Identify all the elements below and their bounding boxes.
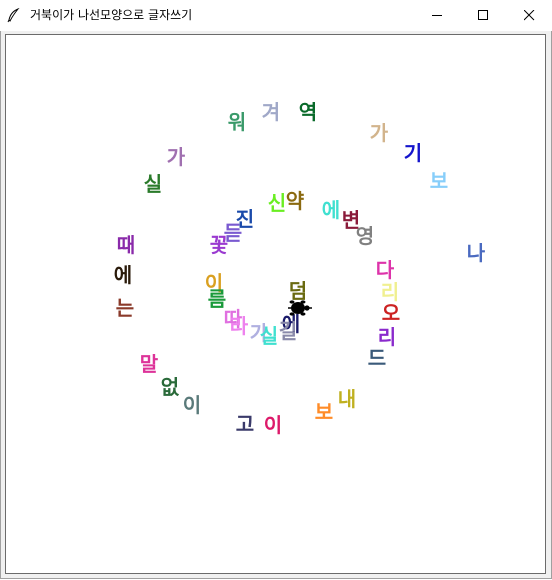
- spiral-glyph: 약: [285, 189, 305, 213]
- minimize-icon: [431, 15, 442, 16]
- turtle-canvas[interactable]: 워겨역가기보가실진신약에변영나듣때꽃다리에이덤름는오리따라에길가실드말없이내보고…: [5, 34, 546, 574]
- spiral-glyph: 드: [367, 346, 387, 370]
- spiral-glyph: 없: [160, 375, 180, 399]
- spiral-glyph: 겨: [261, 100, 281, 124]
- spiral-glyph: 리: [380, 280, 400, 304]
- spiral-glyph: 길: [278, 319, 298, 343]
- spiral-glyph: 역: [298, 100, 318, 124]
- spiral-glyph: 고: [235, 412, 255, 436]
- spiral-glyph: 말: [139, 352, 159, 376]
- spiral-glyph: 신: [267, 191, 287, 215]
- spiral-glyph: 름: [207, 287, 227, 311]
- spiral-glyph: 는: [115, 296, 135, 320]
- turtle-icon: [288, 300, 312, 316]
- spiral-glyph: 오: [381, 301, 401, 325]
- close-button[interactable]: [506, 0, 552, 31]
- spiral-glyph: 리: [377, 325, 397, 349]
- spiral-glyph: 워: [227, 110, 247, 134]
- maximize-button[interactable]: [460, 0, 506, 31]
- spiral-glyph: 라: [229, 314, 249, 338]
- window-title: 거북이가 나선모양으로 글자쓰기: [30, 8, 193, 22]
- spiral-glyph: 가: [369, 121, 389, 145]
- spiral-glyph: 보: [429, 169, 449, 193]
- spiral-glyph: 가: [166, 145, 186, 169]
- spiral-glyph: 실: [259, 324, 279, 348]
- spiral-glyph: 다: [375, 258, 395, 282]
- close-icon: [523, 10, 534, 21]
- spiral-glyph: 꽃: [209, 233, 229, 257]
- spiral-glyph: 영: [355, 224, 375, 248]
- spiral-glyph: 내: [337, 387, 357, 411]
- spiral-glyph: 기: [403, 141, 423, 165]
- spiral-glyph: 때: [116, 233, 136, 257]
- spiral-glyph: 보: [314, 400, 334, 424]
- spiral-glyph: 이: [182, 393, 202, 417]
- spiral-glyph: 실: [143, 172, 163, 196]
- maximize-icon: [477, 10, 488, 20]
- minimize-button[interactable]: [414, 0, 460, 31]
- title-bar[interactable]: 거북이가 나선모양으로 글자쓰기: [0, 0, 552, 31]
- spiral-glyph: 나: [466, 241, 486, 265]
- feather-icon: [7, 7, 20, 23]
- spiral-glyph: 에: [113, 263, 133, 287]
- spiral-glyph: 에: [321, 198, 341, 222]
- spiral-glyph: 이: [263, 413, 283, 437]
